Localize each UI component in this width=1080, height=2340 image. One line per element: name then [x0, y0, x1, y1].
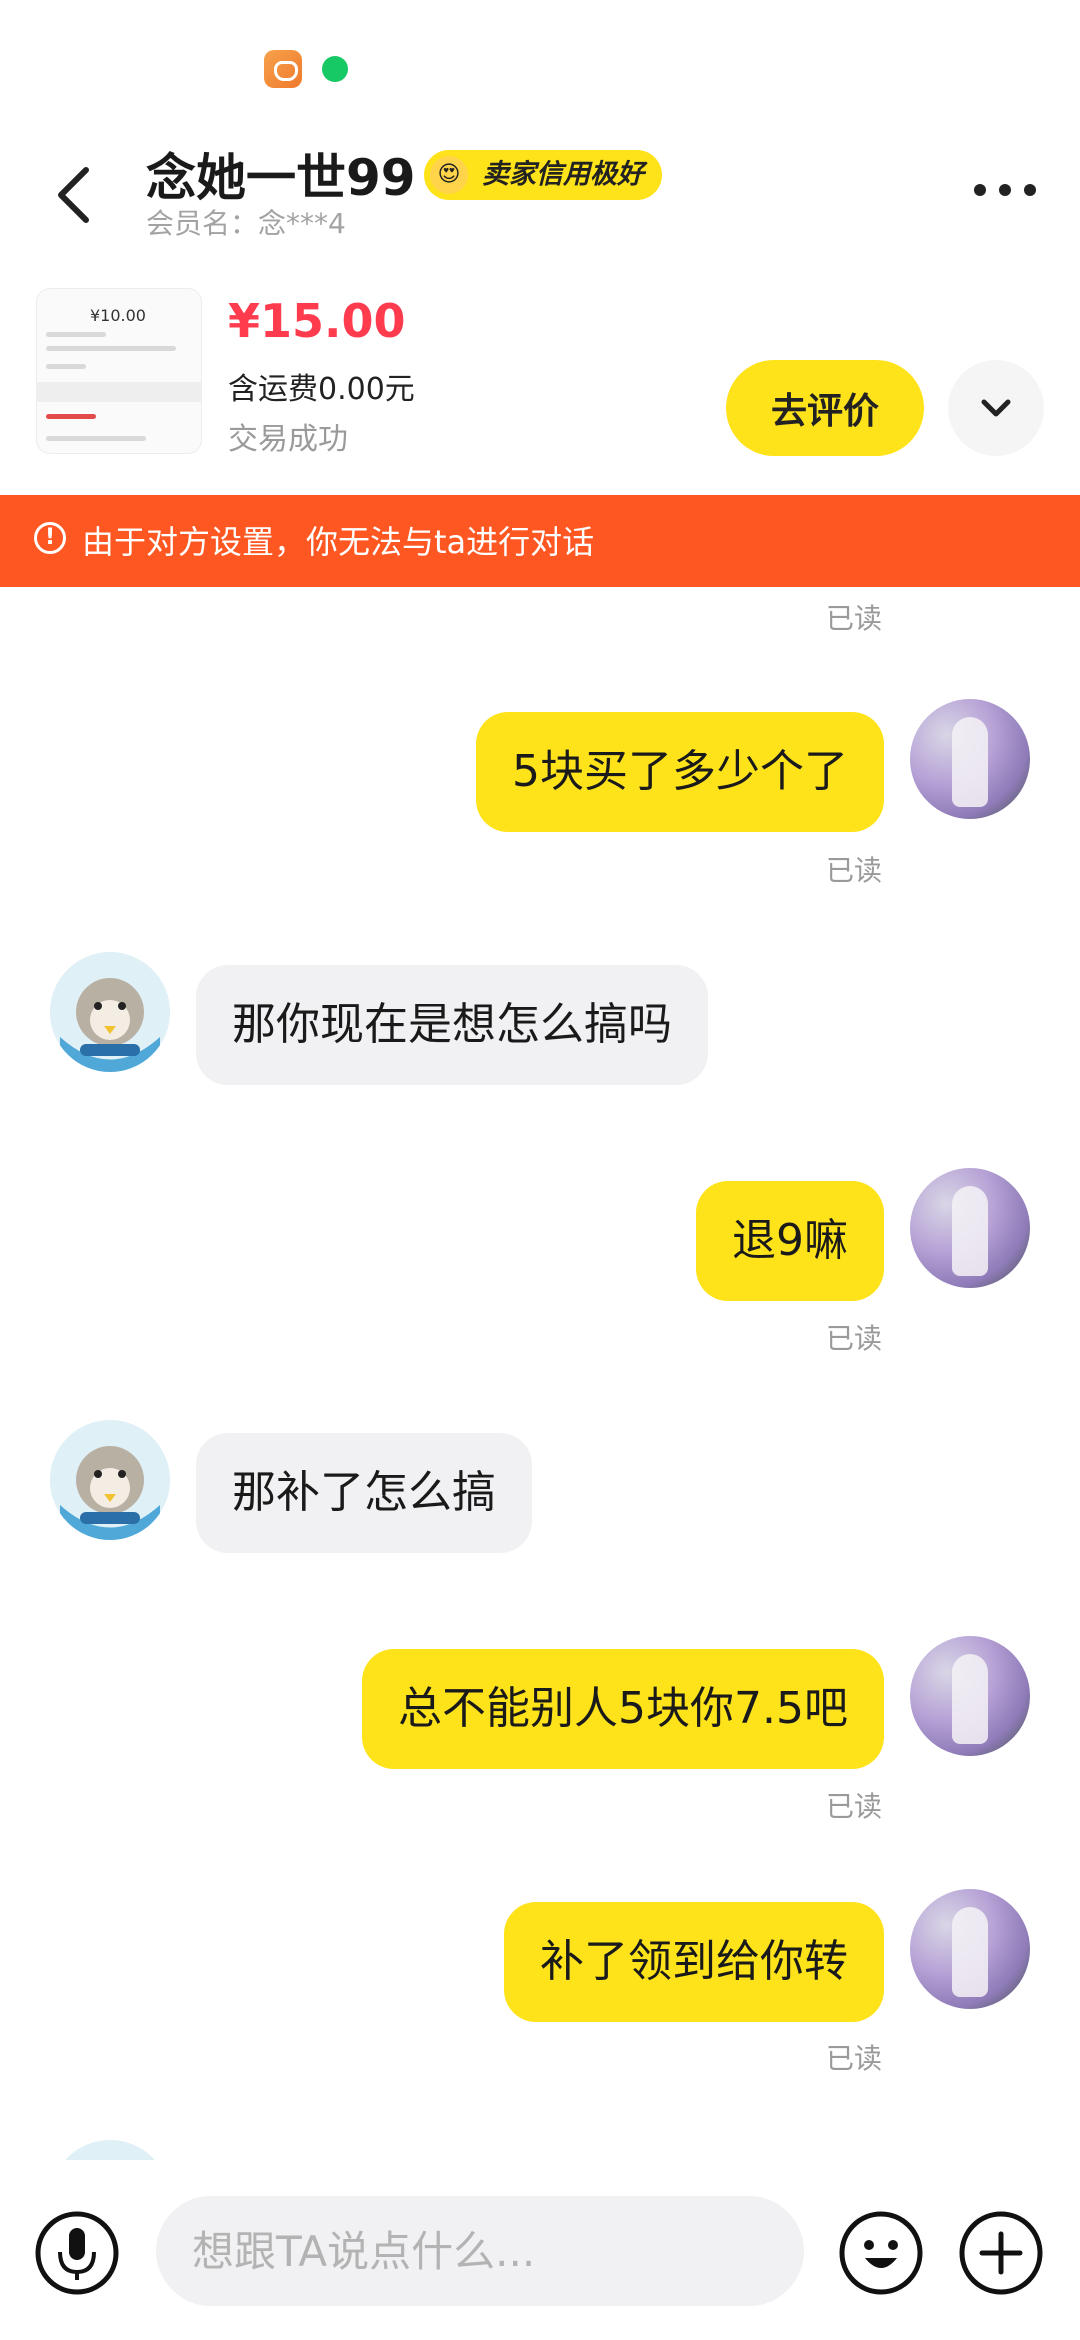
seller-credit-label: 卖家信用极好 — [482, 159, 644, 190]
back-arrow-icon[interactable] — [46, 160, 106, 230]
thumbnail-line — [46, 346, 176, 351]
expand-button[interactable] — [948, 360, 1044, 456]
message-bubble-mine[interactable]: 补了领到给你转 — [504, 1902, 884, 2022]
thumbnail-line — [46, 436, 146, 441]
alert-icon: ! — [34, 522, 66, 554]
message-bubble-mine[interactable]: 退9嘛 — [696, 1181, 884, 1301]
my-avatar[interactable] — [910, 699, 1030, 819]
seller-avatar[interactable] — [50, 2140, 170, 2160]
status-bar — [0, 0, 1080, 130]
thumbnail-price: ¥10.00 — [90, 306, 146, 325]
thumbnail-line — [46, 364, 86, 369]
plus-icon[interactable] — [958, 2210, 1044, 2296]
thumbnail-band — [36, 382, 202, 402]
product-card[interactable]: ¥10.00 ¥15.00 含运费0.00元 交易成功 去评价 — [0, 280, 1080, 495]
thumbnail-line — [46, 414, 96, 419]
member-name: 会员名：念***4 — [146, 207, 346, 240]
warning-banner: ! 由于对方设置，你无法与ta进行对话 — [0, 495, 1080, 587]
read-receipt: 已读 — [826, 602, 883, 635]
my-avatar[interactable] — [910, 1889, 1030, 2009]
more-options-icon[interactable] — [970, 170, 1040, 210]
seller-avatar[interactable] — [50, 1420, 170, 1540]
chat-list[interactable]: 已读 5块买了多少个了 已读 那你现在是想怎么搞吗 退9嘛 已读 那补了怎么搞 … — [0, 587, 1080, 2160]
read-receipt: 已读 — [826, 2042, 883, 2075]
product-thumbnail[interactable]: ¥10.00 — [36, 288, 202, 454]
thumbnail-line — [46, 332, 106, 337]
product-price: ¥15.00 — [228, 294, 406, 348]
review-button[interactable]: 去评价 — [726, 360, 924, 456]
read-receipt: 已读 — [826, 1322, 883, 1355]
message-bubble-mine[interactable]: 5块买了多少个了 — [476, 712, 884, 832]
message-bubble-theirs[interactable]: 那你现在是想怎么搞吗 — [196, 965, 708, 1085]
message-bubble-mine[interactable]: 总不能别人5块你7.5吧 — [362, 1649, 884, 1769]
chat-header: 念她一世99 😍 卖家信用极好 会员名：念***4 — [0, 130, 1080, 280]
heart-eyes-emoji-icon: 😍 — [430, 156, 468, 194]
my-avatar[interactable] — [910, 1168, 1030, 1288]
seller-credit-badge[interactable]: 😍 卖家信用极好 — [424, 150, 662, 200]
app-notification-icon — [264, 50, 302, 88]
read-receipt: 已读 — [826, 854, 883, 887]
emoji-icon[interactable] — [838, 2210, 924, 2296]
message-input[interactable] — [156, 2196, 804, 2306]
microphone-icon[interactable] — [34, 2210, 120, 2296]
contact-name[interactable]: 念她一世99 — [146, 138, 416, 210]
banner-text: 由于对方设置，你无法与ta进行对话 — [82, 523, 595, 561]
chevron-down-icon — [981, 399, 1011, 417]
message-bubble-theirs[interactable]: 那补了怎么搞 — [196, 1433, 532, 1553]
seller-avatar[interactable] — [50, 952, 170, 1072]
message-input-bar — [0, 2160, 1080, 2340]
my-avatar[interactable] — [910, 1636, 1030, 1756]
shipping-info: 含运费0.00元 — [228, 372, 415, 407]
green-dot-icon — [322, 56, 348, 82]
read-receipt: 已读 — [826, 1790, 883, 1823]
trade-status: 交易成功 — [228, 422, 348, 457]
